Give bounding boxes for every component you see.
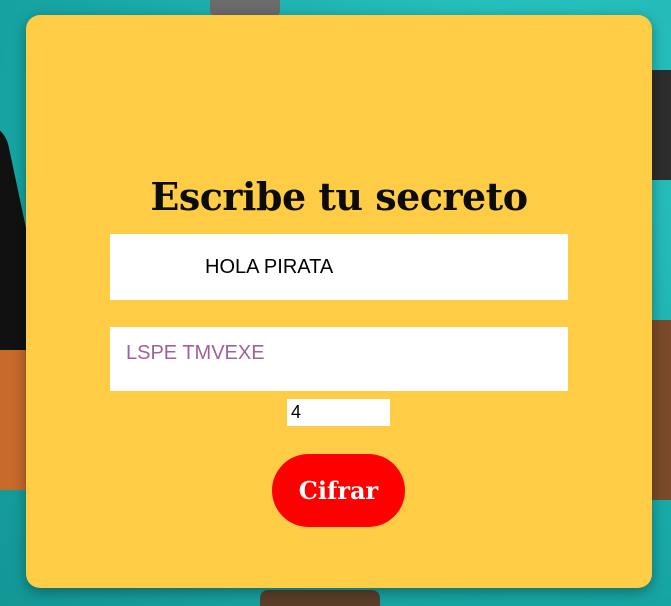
background-illustration bbox=[260, 590, 380, 606]
cipher-card: Escribe tu secreto LSPE TMVEXE Cifrar bbox=[26, 15, 652, 588]
page-title: Escribe tu secreto bbox=[150, 174, 528, 220]
plain-text-input[interactable] bbox=[110, 234, 568, 300]
shift-number-input[interactable] bbox=[287, 399, 390, 426]
cifrar-button[interactable]: Cifrar bbox=[272, 454, 405, 527]
cipher-text-output[interactable]: LSPE TMVEXE bbox=[110, 327, 568, 391]
